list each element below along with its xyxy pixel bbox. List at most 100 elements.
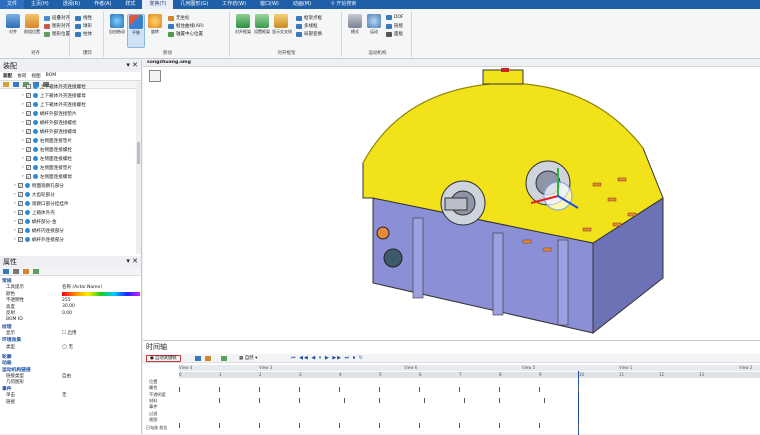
keyframe[interactable]	[179, 423, 180, 428]
tree-item[interactable]: › ✓ 上箱体外壳	[0, 208, 55, 217]
prop-type-value[interactable]: ◯ 无	[62, 344, 140, 350]
viewport-tab[interactable]: songzhuang.smg	[143, 60, 760, 67]
keyframe[interactable]	[419, 423, 420, 428]
time-ruler[interactable]: 0 1 2 3 4 5 6 7 8 9 10 11 12 13	[179, 372, 760, 378]
expand-arrow-icon[interactable]: ›	[22, 111, 24, 116]
keyframe[interactable]	[424, 398, 425, 403]
expand-arrow-icon[interactable]: ›	[22, 102, 24, 107]
keyframe[interactable]	[259, 387, 260, 392]
visibility-checkbox[interactable]: ✓	[17, 183, 23, 188]
tree-item[interactable]: › ✓ 左侧面连接垫片	[0, 163, 72, 172]
keyframe[interactable]	[339, 387, 340, 392]
viewport[interactable]: songzhuang.smg	[143, 60, 760, 340]
tab-view[interactable]: 视图	[31, 73, 40, 79]
expand-arrow-icon[interactable]: ›	[22, 165, 24, 170]
visibility-checkbox[interactable]: ✓	[25, 102, 31, 107]
keyframe[interactable]	[499, 387, 500, 392]
keyframe[interactable]	[459, 423, 460, 428]
prop-show-value[interactable]: ☐ 启用	[62, 330, 140, 336]
menu-file[interactable]: 文件	[0, 0, 25, 9]
visibility-checkbox[interactable]: ✓	[25, 93, 31, 98]
tree-item[interactable]: › ✓ 蜗杆内连接部分	[0, 226, 64, 235]
tree-item[interactable]: › ✓ 上下箱体外壳连接螺母	[0, 91, 86, 100]
keyframe[interactable]	[259, 398, 260, 403]
visibility-checkbox[interactable]: ✓	[25, 111, 31, 116]
expand-arrow-icon[interactable]: ›	[22, 138, 24, 143]
frame-box-button[interactable]: 框架点框	[296, 15, 322, 21]
view-cube-icon[interactable]	[149, 70, 161, 82]
tree-item[interactable]: › ✓ 观察口部分挂挂件	[0, 199, 69, 208]
cylinder-button[interactable]: 柱体	[75, 31, 92, 37]
visibility-checkbox[interactable]: ✓	[25, 174, 31, 179]
no-coord-button[interactable]: 无坐标	[168, 15, 190, 21]
view-marker[interactable]: View 6	[404, 365, 417, 370]
menu-style[interactable]: 样式	[118, 0, 142, 9]
expand-arrow-icon[interactable]: ›	[14, 237, 16, 242]
menu-workshop[interactable]: 工作坊(W)	[215, 0, 253, 9]
local-transform-button[interactable]: 局部变换	[296, 31, 322, 37]
menu-author[interactable]: 作者(A)	[87, 0, 118, 9]
visibility-checkbox[interactable]: ✓	[25, 120, 31, 125]
auto-keyframe-button[interactable]: ● 自动关键帧	[146, 355, 181, 362]
keyframe[interactable]	[544, 398, 545, 403]
keyframe[interactable]	[379, 387, 380, 392]
panel-button[interactable]: 面板	[386, 31, 403, 37]
prop-link[interactable]: 链接	[0, 399, 140, 406]
view-marker[interactable]: View 1	[619, 365, 632, 370]
view-marker[interactable]: View 2	[739, 365, 752, 370]
tree-item[interactable]: › ✓ 蜗杆外连接部分	[0, 235, 64, 244]
tree-item[interactable]: › ✓ 左侧面连接螺栓	[0, 154, 72, 163]
color-swatch[interactable]	[62, 291, 140, 296]
expand-arrow-icon[interactable]: ›	[22, 147, 24, 152]
visibility-checkbox[interactable]: ✓	[17, 192, 23, 197]
tab-assembly[interactable]: 装配	[3, 73, 12, 79]
tree-item[interactable]: › ✓ 上下箱体外壳连接螺栓	[0, 100, 86, 109]
view-marker[interactable]: View 3	[259, 365, 272, 370]
keyframe[interactable]	[578, 423, 579, 428]
tree-item[interactable]: › ✓ 蜗杆外部连接垫片	[0, 109, 77, 118]
linear-button[interactable]: 线性	[75, 15, 92, 21]
key-icon[interactable]	[195, 356, 201, 361]
expand-arrow-icon[interactable]: ›	[22, 93, 24, 98]
sphere-button[interactable]: 球形	[75, 23, 92, 29]
visibility-checkbox[interactable]: ✓	[17, 210, 23, 215]
view-marker[interactable]: View 4	[179, 365, 192, 370]
visibility-checkbox[interactable]: ✓	[25, 156, 31, 161]
menu-geometry[interactable]: 几何图形(G)	[173, 0, 215, 9]
keyframe[interactable]	[344, 398, 345, 403]
menu-home[interactable]: 主页(H)	[24, 0, 56, 9]
align-button[interactable]: 对齐	[4, 14, 22, 35]
keyframe[interactable]	[299, 398, 300, 403]
menu-window[interactable]: 窗口(W)	[253, 0, 286, 9]
visibility-checkbox[interactable]: ✓	[25, 129, 31, 134]
keyframe[interactable]	[259, 423, 260, 428]
tree-item[interactable]: › ✓ 上下箱体外壳连接螺栓	[0, 82, 86, 91]
expand-arrow-icon[interactable]: ›	[22, 84, 24, 89]
free-drag-button[interactable]: 自由拖动	[108, 14, 126, 35]
keyframe[interactable]	[379, 398, 380, 403]
menu-view[interactable]: 透视(R)	[56, 0, 87, 9]
alpha-sort-icon[interactable]	[13, 269, 19, 274]
keyframe[interactable]	[219, 387, 220, 392]
visibility-checkbox[interactable]: ✓	[25, 84, 31, 89]
tree-item[interactable]: › ✓ 蜗杆外部连接螺母	[0, 127, 77, 136]
expand-arrow-icon[interactable]: ›	[14, 219, 16, 224]
frame-curve-button[interactable]: 框住曲线(AR)	[168, 23, 204, 29]
tree-item[interactable]: › ✓ 蜗杆部分-金	[0, 217, 56, 226]
expand-arrow-icon[interactable]: ›	[14, 210, 16, 215]
keyframe[interactable]	[339, 423, 340, 428]
tree-item[interactable]: › ✓ 蜗杆外部连接螺栓	[0, 118, 77, 127]
category-icon[interactable]	[3, 269, 9, 274]
tree-item[interactable]: › ✓ 侧面观察孔部分	[0, 181, 64, 190]
expand-arrow-icon[interactable]: ›	[14, 192, 16, 197]
keyframe[interactable]	[464, 398, 465, 403]
tab-bom[interactable]: BOM	[46, 73, 57, 79]
motion-button[interactable]: 运动	[365, 14, 383, 35]
translate-button[interactable]: 平移	[127, 14, 145, 48]
expand-arrow-icon[interactable]: ›	[22, 156, 24, 161]
prop-type[interactable]: 类型 ◯ 无	[0, 343, 140, 352]
stack-align-button[interactable]: 层叠对齐	[44, 15, 70, 21]
keyframe[interactable]	[299, 387, 300, 392]
front-position-button[interactable]: 前组位置	[23, 14, 41, 35]
tab-collab[interactable]: 协同	[17, 73, 26, 79]
